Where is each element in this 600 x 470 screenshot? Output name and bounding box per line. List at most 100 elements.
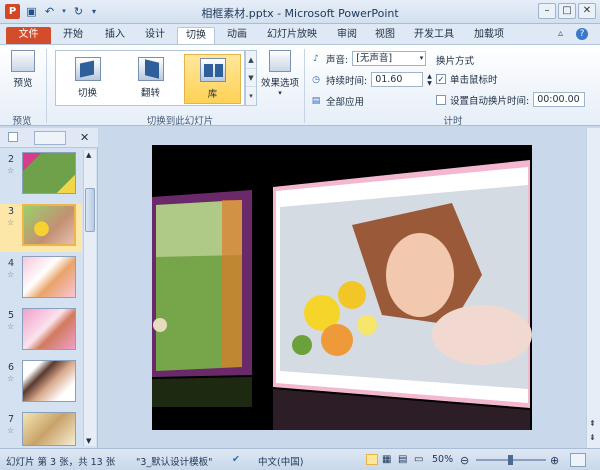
- gallery-scroll-down-icon[interactable]: ▼: [246, 69, 256, 87]
- flip-icon: [137, 57, 164, 81]
- zoom-out-icon[interactable]: ⊖: [460, 454, 469, 467]
- apply-all-icon: ▤: [311, 96, 321, 106]
- spellcheck-icon[interactable]: ✔: [232, 454, 240, 465]
- chevron-down-icon: ▾: [419, 54, 424, 62]
- previous-slide-icon[interactable]: ⇞: [589, 419, 596, 428]
- reading-view-icon[interactable]: ▤: [398, 454, 407, 465]
- preview-button[interactable]: 预览: [6, 50, 40, 89]
- tab-design[interactable]: 设计: [140, 27, 170, 44]
- slide-number: 3: [8, 206, 15, 217]
- slides-tab-icon[interactable]: [34, 131, 66, 145]
- slide-info: 幻灯片 第 3 张，共 13 张: [6, 457, 116, 468]
- transition-star-icon: ☆: [7, 270, 15, 279]
- effect-options-dropdown-icon: ▾: [278, 89, 282, 97]
- slide-thumbnail[interactable]: 2 ☆: [0, 152, 82, 200]
- transition-cut[interactable]: 切换: [59, 54, 116, 104]
- slides-pane-scrollbar[interactable]: ▲ ▼: [83, 150, 96, 446]
- transition-star-icon: ☆: [7, 166, 15, 175]
- sound-icon: ♪: [313, 53, 319, 64]
- duration-spinner-icon[interactable]: ▲ ▼: [427, 73, 432, 87]
- scroll-down-icon[interactable]: ▼: [86, 437, 91, 445]
- theme-name[interactable]: "3_默认设计模板": [136, 454, 213, 468]
- tab-addins[interactable]: 加载项: [468, 27, 510, 44]
- slide-sorter-icon[interactable]: ▦: [382, 454, 391, 465]
- preview-label: 预览: [13, 78, 33, 89]
- editor-scrollbar[interactable]: ⇞ ⇟: [586, 128, 600, 448]
- gallery-more-icon[interactable]: ▾: [246, 87, 256, 105]
- gallery-scroll-up-icon[interactable]: ▲: [246, 51, 256, 69]
- sound-dropdown[interactable]: [无声音] ▾: [352, 51, 427, 66]
- group-label-timing: 计时: [443, 116, 463, 127]
- tab-developer[interactable]: 开发工具: [410, 27, 458, 44]
- help-icon[interactable]: ?: [576, 28, 588, 40]
- after-checkbox[interactable]: [436, 94, 446, 105]
- language[interactable]: 中文(中国): [258, 454, 303, 468]
- zoom-level[interactable]: 50%: [432, 454, 453, 465]
- slide-thumbnail-image: [22, 308, 76, 350]
- slide-thumbnail-image: [22, 360, 76, 402]
- apply-all-button[interactable]: ▤ 全部应用: [310, 94, 364, 108]
- group-label-transition: 切换到此幻灯片: [146, 116, 214, 127]
- effect-options-label: 效果选项: [260, 78, 299, 89]
- fit-to-window-icon[interactable]: [570, 453, 586, 467]
- tab-slideshow[interactable]: 幻灯片放映: [262, 27, 322, 44]
- zoom-in-icon[interactable]: ⊕: [550, 454, 559, 467]
- tab-view[interactable]: 视图: [370, 27, 400, 44]
- slide-thumbnail[interactable]: 6 ☆: [0, 360, 82, 408]
- slideshow-icon[interactable]: ▭: [414, 454, 423, 465]
- transition-cut-label: 切换: [77, 88, 97, 99]
- ribbon-tabs: 文件 开始 插入 设计 切换 动画 幻灯片放映 审阅 视图 开发工具 加载项 ▵…: [0, 24, 600, 44]
- transition-gallery-label: 库: [207, 89, 218, 100]
- slides-pane: ✕ 2 ☆ 3 ☆ 4 ☆ 5 ☆ 6 ☆ 7 ☆ ▲ ▼: [0, 128, 98, 448]
- gallery-effect-icon: [199, 58, 226, 82]
- scrollbar-thumb[interactable]: [85, 188, 95, 232]
- preview-icon: [11, 50, 35, 72]
- after-time-input[interactable]: 00:00.00: [533, 92, 586, 107]
- slide-number: 7: [8, 414, 15, 425]
- maximize-button[interactable]: □: [558, 3, 576, 19]
- tab-review[interactable]: 审阅: [332, 27, 362, 44]
- tab-transitions[interactable]: 切换: [177, 27, 215, 44]
- zoom-slider-thumb[interactable]: [508, 455, 513, 465]
- effect-options-icon: [269, 50, 291, 72]
- slide-editor: [100, 128, 586, 448]
- pane-tabs: ✕: [0, 128, 98, 148]
- slide-canvas[interactable]: [152, 145, 532, 430]
- effect-options-button[interactable]: 效果选项 ▾: [260, 50, 300, 97]
- close-button[interactable]: ✕: [578, 3, 596, 19]
- duration-label: 持续时间:: [326, 75, 368, 87]
- scroll-up-icon[interactable]: ▲: [86, 151, 91, 159]
- duration-input[interactable]: 01.60: [371, 72, 424, 87]
- divider: [46, 49, 47, 123]
- tab-file[interactable]: 文件: [6, 27, 51, 44]
- on-click-row[interactable]: ✓ 单击鼠标时: [436, 72, 498, 86]
- next-slide-icon[interactable]: ⇟: [589, 433, 596, 442]
- slide-thumbnail-selected[interactable]: 3 ☆: [0, 204, 82, 252]
- apply-all-label: 全部应用: [326, 97, 365, 108]
- slide-thumbnail[interactable]: 5 ☆: [0, 308, 82, 356]
- title-bar: P ▣ ↶ ▾ ↻ ▾ 相框素材.pptx - Microsoft PowerP…: [0, 0, 600, 24]
- tab-insert[interactable]: 插入: [100, 27, 130, 44]
- duration-row: ◷ 持续时间: 01.60 ▲ ▼: [310, 72, 432, 87]
- transition-gallery-effect[interactable]: 库: [184, 54, 241, 104]
- minimize-button[interactable]: –: [538, 3, 556, 19]
- outline-tab-icon[interactable]: [8, 132, 18, 142]
- slide-thumbnail[interactable]: 4 ☆: [0, 256, 82, 304]
- divider: [304, 49, 305, 123]
- group-label-preview: 预览: [12, 116, 32, 127]
- normal-view-icon[interactable]: [366, 454, 378, 465]
- minimize-ribbon-icon[interactable]: ▵: [558, 28, 563, 39]
- transition-preview: [152, 145, 532, 430]
- clock-icon: ◷: [312, 74, 320, 85]
- window-controls: – □ ✕: [538, 3, 596, 19]
- close-pane-icon[interactable]: ✕: [80, 131, 89, 144]
- after-label: 设置自动换片时间:: [450, 95, 530, 107]
- sound-label: 声音:: [326, 54, 349, 66]
- tab-animations[interactable]: 动画: [222, 27, 252, 44]
- tab-home[interactable]: 开始: [58, 27, 88, 44]
- on-click-checkbox[interactable]: ✓: [436, 74, 446, 84]
- slide-number: 2: [8, 154, 15, 165]
- slide-number: 4: [8, 258, 15, 269]
- transition-flip[interactable]: 翻转: [122, 54, 179, 104]
- transition-star-icon: ☆: [7, 322, 15, 331]
